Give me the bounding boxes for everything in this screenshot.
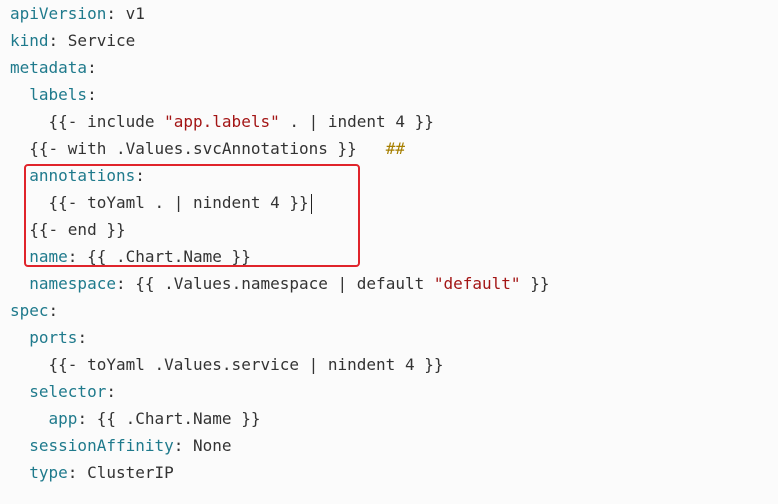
code-line: ports:	[29, 328, 88, 347]
code-line: labels:	[29, 85, 97, 104]
code-line: spec:	[10, 301, 59, 320]
code-line: app: {{ .Chart.Name }}	[48, 409, 261, 428]
code-line: {{- include "app.labels" . | indent 4 }}	[48, 112, 434, 131]
code-line: sessionAffinity: None	[29, 436, 232, 455]
code-line: {{- toYaml .Values.service | nindent 4 }…	[48, 355, 444, 374]
code-line: namespace: {{ .Values.namespace | defaul…	[29, 274, 550, 293]
highlight-box	[24, 164, 360, 267]
code-line: selector:	[29, 382, 116, 401]
code-line: metadata:	[10, 58, 97, 77]
code-line: {{- with .Values.svcAnnotations }} ##	[29, 139, 405, 158]
code-line: kind: Service	[10, 31, 136, 50]
comment-marker: ##	[385, 139, 405, 158]
yaml-code-block: apiVersion: v1 kind: Service metadata: l…	[0, 0, 778, 504]
code-line: apiVersion: v1	[10, 4, 145, 23]
code-line: type: ClusterIP	[29, 463, 174, 482]
